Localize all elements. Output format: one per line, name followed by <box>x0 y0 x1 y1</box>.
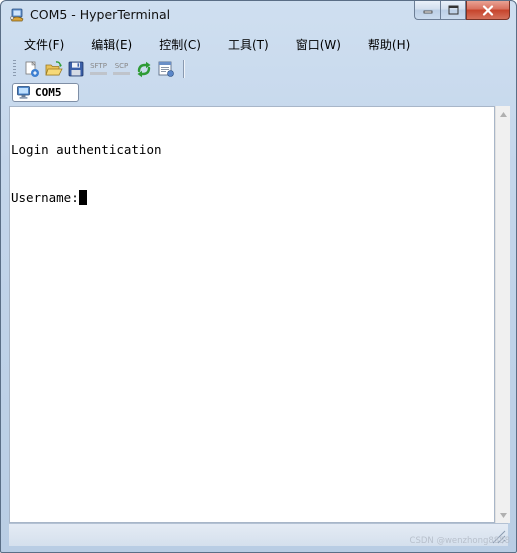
minimize-button[interactable] <box>414 1 440 20</box>
reconnect-button[interactable] <box>133 58 155 80</box>
menu-edit[interactable]: 编辑(E) <box>83 36 140 53</box>
minimize-icon <box>423 10 432 14</box>
username-prompt: Username: <box>11 190 79 205</box>
sftp-bar <box>90 72 107 75</box>
hyperterminal-phone-icon[interactable] <box>9 7 25 23</box>
close-button[interactable] <box>466 1 510 20</box>
window-title: COM5 - HyperTerminal <box>30 7 171 22</box>
open-folder-icon <box>45 61 63 76</box>
text-cursor <box>78 190 87 205</box>
sftp-button[interactable]: SFTP <box>87 58 110 80</box>
new-connection-icon <box>25 61 39 77</box>
terminal-output[interactable]: Login authentication Username: <box>9 106 495 523</box>
maximize-icon <box>448 5 458 15</box>
sftp-label: SFTP <box>90 62 107 70</box>
caption-buttons <box>414 1 510 21</box>
session-tab-strip: COM5 <box>9 82 508 105</box>
menu-control[interactable]: 控制(C) <box>151 36 209 53</box>
session-tab-com5[interactable]: COM5 <box>12 83 79 102</box>
toolbar: SFTP SCP <box>9 57 508 81</box>
scroll-up-button[interactable] <box>496 106 510 122</box>
save-disk-icon <box>68 61 84 77</box>
terminal-line-username: Username: <box>11 190 87 205</box>
maximize-button[interactable] <box>440 1 466 20</box>
session-tab-label: COM5 <box>35 86 62 99</box>
properties-icon <box>158 61 174 77</box>
menu-help[interactable]: 帮助(H) <box>360 36 418 53</box>
close-icon <box>482 4 494 16</box>
terminal-line-login: Login authentication <box>11 142 162 157</box>
menu-tools[interactable]: 工具(T) <box>220 36 277 53</box>
scp-bar <box>113 72 130 75</box>
menu-file[interactable]: 文件(F) <box>16 36 72 53</box>
hyperterminal-window: COM5 - HyperTerminal 文件(F) 编辑(E) 控制(C) 工… <box>0 0 517 553</box>
scroll-up-arrow-icon <box>499 111 507 117</box>
new-connection-button[interactable] <box>21 58 43 80</box>
scroll-down-button[interactable] <box>496 507 510 523</box>
terminal-monitor-icon <box>16 85 31 100</box>
reconnect-arrow-icon <box>137 61 151 78</box>
vertical-scrollbar[interactable] <box>495 106 510 523</box>
save-button[interactable] <box>65 58 87 80</box>
watermark-text: CSDN @wenzhong8888 <box>409 536 510 546</box>
menu-window[interactable]: 窗口(W) <box>288 36 349 53</box>
toolbar-separator <box>183 60 185 78</box>
scroll-down-arrow-icon <box>499 512 507 518</box>
scp-button[interactable]: SCP <box>110 58 133 80</box>
properties-button[interactable] <box>155 58 177 80</box>
title-bar[interactable]: COM5 - HyperTerminal <box>1 1 516 29</box>
open-button[interactable] <box>43 58 65 80</box>
menu-bar: 文件(F) 编辑(E) 控制(C) 工具(T) 窗口(W) 帮助(H) <box>9 31 508 57</box>
toolbar-grip[interactable] <box>13 60 16 78</box>
scp-label: SCP <box>114 62 129 70</box>
